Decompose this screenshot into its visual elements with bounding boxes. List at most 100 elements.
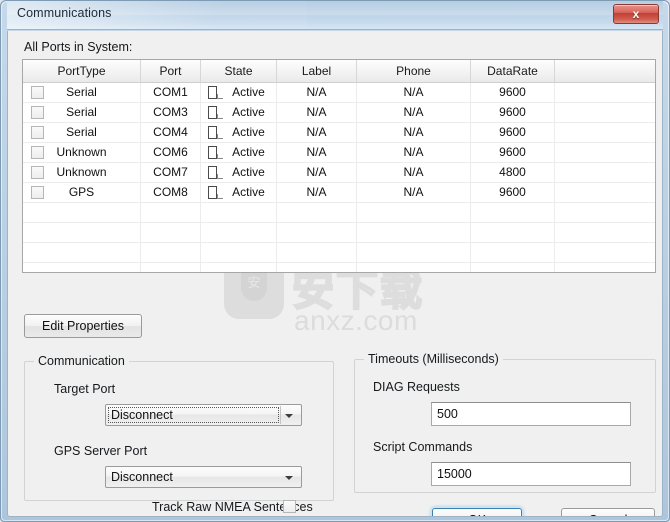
script-commands-label: Script Commands [373,440,473,454]
table-row[interactable]: Serial COM4 Active N/A N/A 9600 [23,123,655,143]
row-select-checkbox[interactable] [31,166,44,179]
diag-requests-input[interactable]: 500 [431,402,631,426]
table-row[interactable]: Unknown COM7 Active N/A N/A 4800 [23,163,655,183]
cell-filler [555,83,655,102]
cell-label: N/A [277,103,357,122]
cell-empty [201,263,277,272]
column-header-filler [555,60,655,82]
cell-state: Active [201,123,277,142]
cell-phone: N/A [357,183,471,202]
column-header-phone[interactable]: Phone [357,60,471,82]
table-row-empty[interactable] [23,263,655,272]
cell-empty [141,243,201,262]
cell-phone: N/A [357,103,471,122]
gps-server-port-value: Disconnect [111,470,173,484]
cell-label: N/A [277,83,357,102]
cell-empty [357,263,471,272]
cell-port: COM4 [141,123,201,142]
cell-empty [201,243,277,262]
timeouts-group: Timeouts (Milliseconds) DIAG Requests 50… [354,352,656,493]
plug-icon [208,146,223,159]
table-row-empty[interactable] [23,223,655,243]
row-select-checkbox[interactable] [31,186,44,199]
cell-filler [555,183,655,202]
row-select-checkbox[interactable] [31,86,44,99]
cell-label: N/A [277,143,357,162]
cell-filler [555,103,655,122]
communication-group: Communication Target Port Disconnect GPS… [24,354,334,514]
cell-porttype: Serial [23,123,141,142]
table-row[interactable]: Unknown COM6 Active N/A N/A 9600 [23,143,655,163]
ports-table[interactable]: PortType Port State Label Phone DataRate… [22,59,656,273]
cell-datarate: 4800 [471,163,555,182]
chevron-down-icon[interactable] [285,414,293,418]
watermark-shield-glyph: 安 [241,271,267,301]
cell-empty [277,203,357,222]
column-header-datarate[interactable]: DataRate [471,60,555,82]
combo-separator [280,406,281,424]
track-nmea-checkbox[interactable] [283,500,296,513]
cell-empty [357,243,471,262]
row-select-checkbox[interactable] [31,126,44,139]
cell-filler [555,143,655,162]
column-header-port[interactable]: Port [141,60,201,82]
cell-porttype: GPS [23,183,141,202]
ok-button[interactable]: OK [432,508,522,516]
script-commands-value: 15000 [437,467,472,481]
close-icon[interactable]: x [613,4,659,24]
cell-empty [471,263,555,272]
cell-datarate: 9600 [471,183,555,202]
row-select-checkbox[interactable] [31,146,44,159]
cell-porttype: Serial [23,103,141,122]
cell-empty [23,223,141,242]
cell-porttype: Unknown [23,163,141,182]
cell-empty [277,243,357,262]
chevron-down-icon[interactable] [285,476,293,480]
table-row[interactable]: GPS COM8 Active N/A N/A 9600 [23,183,655,203]
column-header-label[interactable]: Label [277,60,357,82]
plug-icon [208,166,223,179]
cell-empty [141,203,201,222]
cell-empty [471,203,555,222]
row-select-checkbox[interactable] [31,106,44,119]
table-row-empty[interactable] [23,243,655,263]
plug-icon [208,106,223,119]
cell-phone: N/A [357,143,471,162]
target-port-combo[interactable]: Disconnect [105,404,302,426]
cell-empty [23,263,141,272]
table-row-empty[interactable] [23,203,655,223]
column-header-porttype[interactable]: PortType [23,60,141,82]
plug-icon [208,126,223,139]
cell-empty [555,243,655,262]
communication-group-title: Communication [34,354,129,368]
timeouts-group-title: Timeouts (Milliseconds) [364,352,503,366]
column-header-state[interactable]: State [201,60,277,82]
table-row[interactable]: Serial COM3 Active N/A N/A 9600 [23,103,655,123]
table-row[interactable]: Serial COM1 Active N/A N/A 9600 [23,83,655,103]
cell-datarate: 9600 [471,143,555,162]
cell-phone: N/A [357,163,471,182]
table-header-row: PortType Port State Label Phone DataRate [23,60,655,83]
cell-porttype: Unknown [23,143,141,162]
cell-datarate: 9600 [471,103,555,122]
edit-properties-button[interactable]: Edit Properties [24,314,142,338]
cell-empty [555,203,655,222]
cell-empty [201,203,277,222]
all-ports-label: All Ports in System: [24,40,133,54]
gps-server-port-combo[interactable]: Disconnect [105,466,302,488]
cell-port: COM3 [141,103,201,122]
cell-state: Active [201,83,277,102]
cancel-button[interactable]: Cancel [561,508,655,516]
window-title: Communications [17,6,112,20]
cell-datarate: 9600 [471,123,555,142]
cell-port: COM6 [141,143,201,162]
cell-empty [357,203,471,222]
gps-server-port-label: GPS Server Port [54,444,148,458]
cell-port: COM8 [141,183,201,202]
cell-state: Active [201,183,277,202]
cell-state: Active [201,163,277,182]
cell-porttype: Serial [23,83,141,102]
dialog-client-area: 安 安下载 anxz.com All Ports in System: Port… [7,31,663,517]
script-commands-input[interactable]: 15000 [431,462,631,486]
cell-port: COM7 [141,163,201,182]
